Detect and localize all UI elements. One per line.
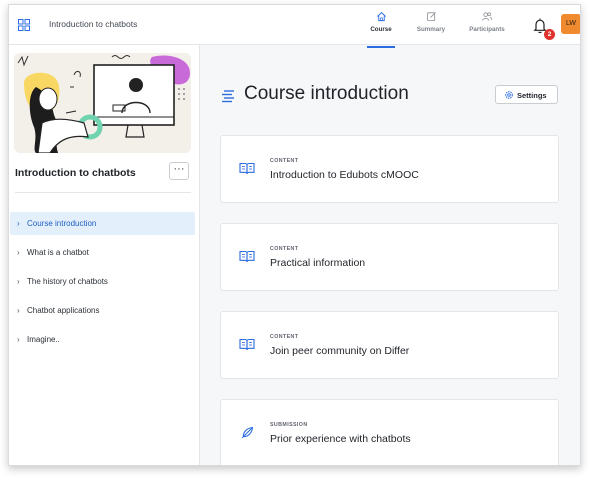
sidebar-item-chatbot-applications[interactable]: › Chatbot applications — [10, 299, 195, 322]
tab-participants-label: Participants — [469, 26, 505, 33]
book-open-icon — [239, 338, 255, 351]
sidebar-item-what-is-a-chatbot[interactable]: › What is a chatbot — [10, 241, 195, 264]
sidebar-item-history-of-chatbots[interactable]: › The history of chatbots — [10, 270, 195, 293]
card-title: Join peer community on Differ — [270, 345, 410, 357]
apps-grid-icon[interactable] — [18, 19, 30, 31]
chevron-right-icon: › — [17, 306, 20, 315]
feather-pen-icon — [241, 426, 254, 439]
sidebar-item-label: Imagine.. — [27, 335, 60, 344]
tab-participants[interactable]: Participants — [461, 11, 513, 41]
tab-summary-label: Summary — [416, 26, 446, 33]
users-icon — [482, 12, 493, 21]
tab-summary[interactable]: Summary — [405, 11, 457, 41]
submission-card-prior-experience[interactable]: SUBMISSION Prior experience with chatbot… — [220, 399, 559, 465]
page-title: Course introduction — [244, 83, 409, 104]
edit-square-icon — [426, 12, 436, 22]
sidebar-item-label: Course introduction — [27, 219, 97, 228]
sidebar-item-course-introduction[interactable]: › Course introduction — [10, 212, 195, 235]
card-type-label: SUBMISSION — [270, 422, 308, 428]
chevron-right-icon: › — [17, 335, 20, 344]
book-open-icon — [239, 250, 255, 263]
sidebar-item-label: The history of chatbots — [27, 277, 108, 286]
document-lines-icon — [222, 90, 234, 103]
main-content: Course introduction Settings CONTENT Int… — [200, 45, 580, 465]
card-type-label: CONTENT — [270, 246, 299, 252]
chevron-right-icon: › — [17, 277, 20, 286]
content-card-practical-information[interactable]: CONTENT Practical information — [220, 223, 559, 291]
sidebar-item-label: What is a chatbot — [27, 248, 89, 257]
cover-artwork — [14, 53, 191, 153]
chevron-right-icon: › — [17, 219, 20, 228]
top-bar: Introduction to chatbots Course Summary — [9, 5, 580, 48]
sidebar-item-label: Chatbot applications — [27, 306, 100, 315]
course-title: Introduction to chatbots — [15, 167, 136, 179]
sidebar-item-imagine[interactable]: › Imagine.. — [10, 328, 195, 351]
book-open-icon — [239, 162, 255, 175]
card-type-label: CONTENT — [270, 334, 299, 340]
card-title: Practical information — [270, 257, 366, 269]
home-icon — [376, 12, 386, 22]
content-card-edubots[interactable]: CONTENT Introduction to Edubots cMOOC — [220, 135, 559, 203]
settings-button-label: Settings — [517, 91, 547, 100]
sidebar-divider — [15, 192, 191, 193]
avatar[interactable]: LW — [561, 14, 580, 34]
tab-course[interactable]: Course — [355, 11, 407, 48]
more-options-button[interactable]: ··· — [169, 162, 189, 180]
card-title: Prior experience with chatbots — [270, 433, 411, 445]
app-window: Introduction to chatbots Course Summary — [8, 4, 581, 466]
settings-button[interactable]: Settings — [495, 85, 558, 104]
gear-icon — [505, 91, 513, 99]
app-title: Introduction to chatbots — [49, 19, 138, 29]
content-card-peer-community[interactable]: CONTENT Join peer community on Differ — [220, 311, 559, 379]
notification-badge: 2 — [544, 29, 555, 40]
tab-course-label: Course — [370, 26, 392, 33]
sidebar: Introduction to chatbots ··· › Course int… — [9, 45, 200, 465]
chevron-right-icon: › — [17, 248, 20, 257]
card-type-label: CONTENT — [270, 158, 299, 164]
card-title: Introduction to Edubots cMOOC — [270, 169, 419, 181]
course-cover-illustration — [14, 53, 191, 153]
